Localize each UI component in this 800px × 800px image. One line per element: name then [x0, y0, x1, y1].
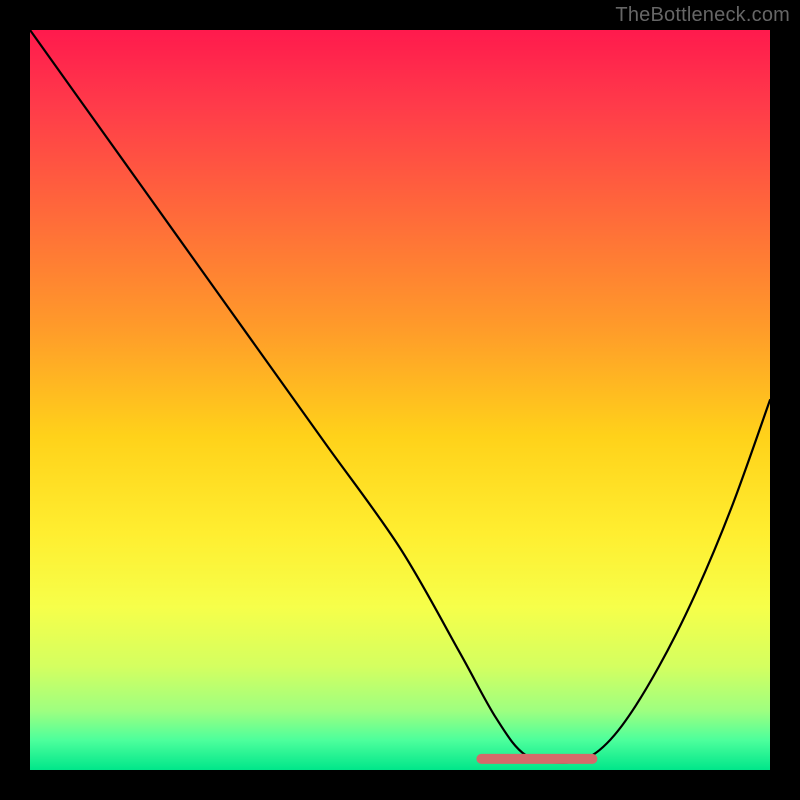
watermark-text: TheBottleneck.com [615, 4, 790, 27]
plot-area [30, 30, 770, 770]
bottleneck-curve [30, 30, 770, 763]
curve-layer [30, 30, 770, 770]
chart-frame: TheBottleneck.com [0, 0, 800, 800]
